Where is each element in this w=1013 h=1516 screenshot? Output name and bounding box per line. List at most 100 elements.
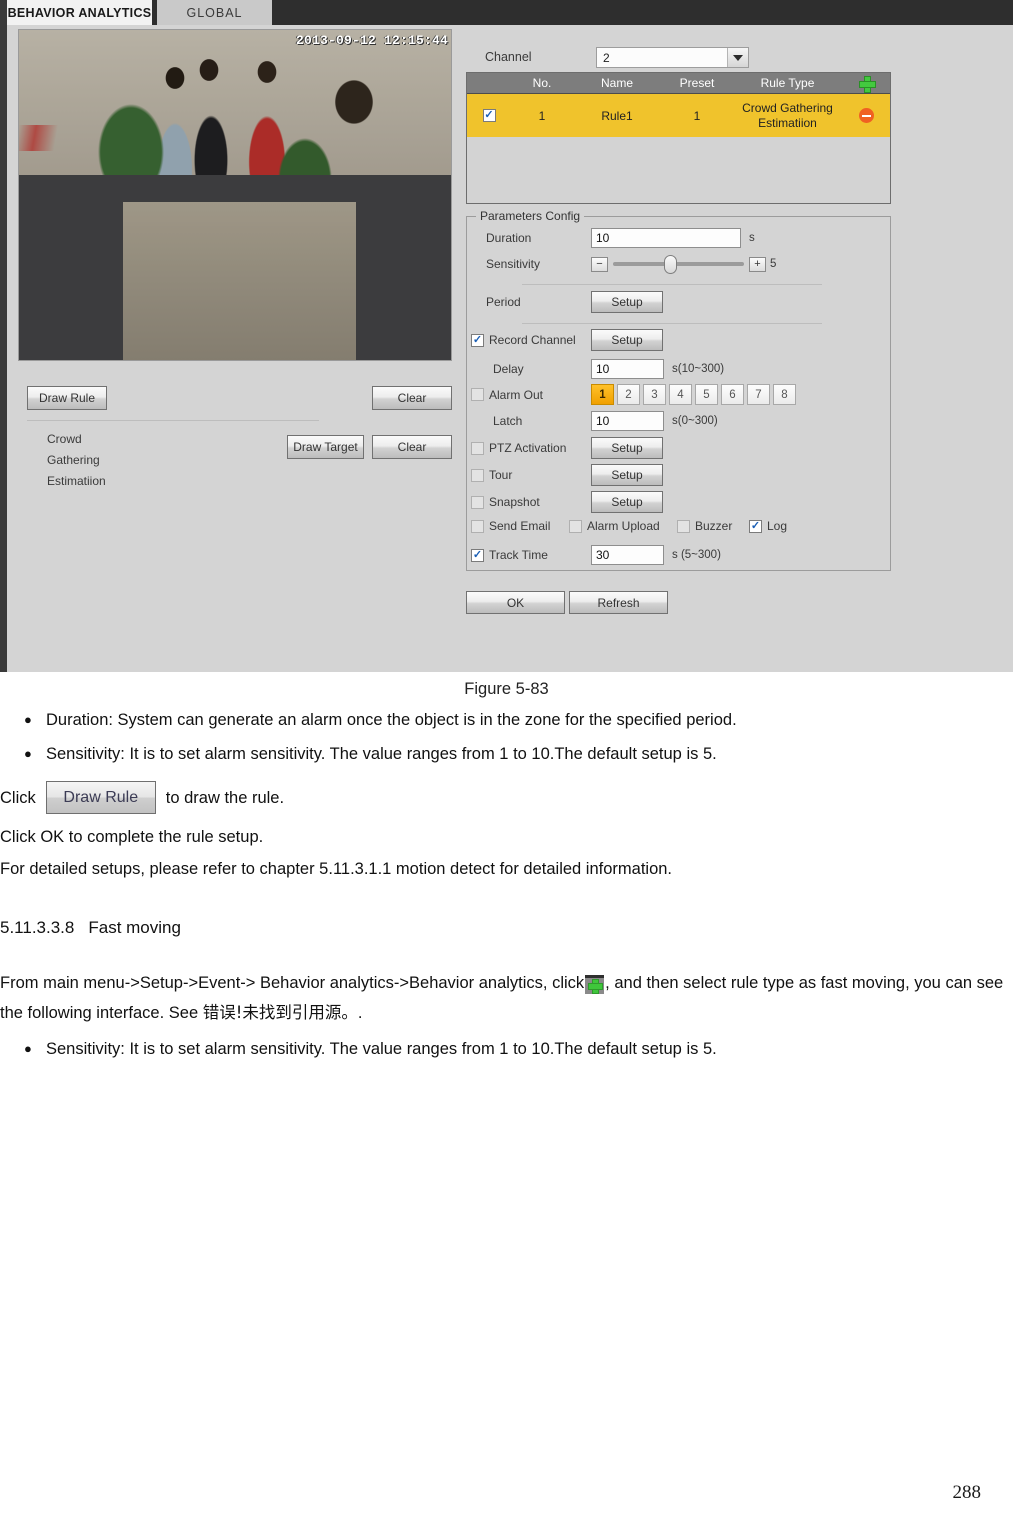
alarm-out-row: Alarm Out 1 2 3 4 5 6 7 8 (471, 384, 799, 405)
inline-draw-rule-button[interactable]: Draw Rule (45, 781, 156, 814)
rule-table: No. Name Preset Rule Type 1 Rule1 1 Crow… (466, 72, 891, 204)
delete-rule-button[interactable] (842, 108, 890, 123)
alarm-out-3[interactable]: 3 (643, 384, 666, 405)
period-setup-button[interactable]: Setup (591, 291, 663, 313)
buzzer-checkbox[interactable]: Buzzer (677, 519, 749, 533)
send-email-checkbox[interactable]: Send Email (471, 519, 569, 533)
alarm-out-checkbox[interactable]: Alarm Out (471, 388, 591, 402)
header-name: Name (600, 76, 633, 90)
tab-behavior-analytics[interactable]: BEHAVIOR ANALYTICS (7, 0, 152, 25)
log-checkbox[interactable]: Log (749, 519, 809, 533)
latch-input[interactable]: 10 (591, 411, 664, 431)
ptz-activation-setup-button[interactable]: Setup (591, 437, 663, 459)
ok-button[interactable]: OK (466, 591, 565, 614)
rule-name-line-1: Crowd (47, 432, 82, 446)
tour-label: Tour (489, 468, 513, 482)
bullet-sensitivity: ● Sensitivity: It is to set alarm sensit… (0, 739, 1013, 769)
draw-target-button[interactable]: Draw Target (287, 435, 364, 459)
alarm-out-6[interactable]: 6 (721, 384, 744, 405)
snapshot-checkbox[interactable]: Snapshot (471, 495, 591, 509)
rule-name-line-2: Gathering (47, 453, 100, 467)
channel-select[interactable]: 2 (596, 47, 749, 68)
checkbox-icon (471, 495, 484, 509)
snapshot-setup-button[interactable]: Setup (591, 491, 663, 513)
bullet-icon: ● (24, 712, 32, 727)
log-label: Log (767, 519, 788, 533)
period-label: Period (486, 295, 521, 309)
section-heading-number: 5.11.3.3.8 (0, 918, 75, 937)
checkbox-icon (471, 548, 484, 562)
record-channel-setup-button[interactable]: Setup (591, 329, 663, 351)
document-body: Figure 5-83 ● Duration: System can gener… (0, 672, 1013, 1068)
alarm-out-7[interactable]: 7 (747, 384, 770, 405)
delay-input[interactable]: 10 (591, 359, 664, 379)
header-no: No. (532, 76, 552, 90)
checkbox-icon (471, 519, 484, 533)
period-row: Period Setup (486, 291, 663, 313)
snapshot-label: Snapshot (489, 495, 540, 509)
chevron-down-icon[interactable] (727, 48, 748, 67)
minus-icon (858, 108, 874, 123)
alarm-out-5[interactable]: 5 (695, 384, 718, 405)
table-row[interactable]: 1 Rule1 1 Crowd Gathering Estimatiion (467, 94, 890, 137)
channel-value: 2 (603, 50, 610, 65)
corridor-floor (122, 201, 356, 360)
alarm-out-1[interactable]: 1 (591, 384, 614, 405)
sensitivity-increase-button[interactable]: + (749, 256, 766, 272)
alarm-out-2[interactable]: 2 (617, 384, 640, 405)
row-preset: 1 (693, 108, 701, 123)
slider-handle[interactable] (664, 255, 677, 274)
ptz-activation-checkbox[interactable]: PTZ Activation (471, 441, 591, 455)
video-timestamp: 2013-09-12 12:15:44 (295, 33, 448, 48)
clear-rule-button[interactable]: Clear (372, 386, 452, 410)
alarm-out-8[interactable]: 8 (773, 384, 796, 405)
clear-target-button[interactable]: Clear (372, 435, 452, 459)
checkbox-icon (569, 519, 582, 533)
tab-bar: BEHAVIOR ANALYTICS GLOBAL (7, 0, 1013, 25)
tour-checkbox[interactable]: Tour (471, 468, 591, 482)
section-heading-title: Fast moving (88, 918, 181, 937)
add-rule-button[interactable] (842, 75, 890, 93)
fast-moving-reference-error: 错误!未找到引用源。 (202, 1003, 358, 1022)
tour-setup-button[interactable]: Setup (591, 464, 663, 486)
row-enable-checkbox[interactable] (467, 109, 511, 122)
video-preview[interactable]: 2013-09-12 12:15:44 (18, 29, 452, 361)
sensitivity-slider[interactable]: − + (591, 254, 766, 274)
record-channel-row: Record Channel Setup (471, 329, 663, 351)
draw-rule-button[interactable]: Draw Rule (27, 386, 107, 410)
bullet-sensitivity-2-text: Sensitivity: It is to set alarm sensitiv… (46, 1040, 717, 1058)
tab-global-label: GLOBAL (186, 5, 243, 20)
track-time-row: Track Time 30 s (5~300) (471, 545, 721, 565)
tab-global[interactable]: GLOBAL (157, 0, 272, 25)
alarm-upload-checkbox[interactable]: Alarm Upload (569, 519, 677, 533)
device-web-ui-screenshot: BEHAVIOR ANALYTICS GLOBAL 2013-09-12 12:… (0, 0, 1013, 672)
track-time-checkbox[interactable]: Track Time (471, 548, 591, 562)
rule-table-header: No. Name Preset Rule Type (467, 73, 890, 94)
separator-2 (522, 323, 822, 324)
left-panel-divider (27, 420, 319, 421)
duration-input[interactable]: 10 (591, 228, 741, 248)
latch-row: Latch 10 s(0~300) (471, 411, 718, 431)
checkbox-icon (677, 519, 690, 533)
checkbox-icon (471, 388, 484, 401)
parameters-config-legend: Parameters Config (476, 209, 585, 223)
header-preset: Preset (679, 76, 715, 90)
tab-behavior-analytics-label: BEHAVIOR ANALYTICS (7, 5, 152, 20)
click-draw-rule-paragraph: Click Draw Rule to draw the rule. (0, 781, 1013, 814)
track-time-input[interactable]: 30 (591, 545, 664, 565)
row-no: 1 (538, 108, 546, 123)
alarm-out-button-group: 1 2 3 4 5 6 7 8 (591, 384, 799, 405)
sensitivity-row: Sensitivity − + 5 (486, 254, 776, 274)
refresh-button[interactable]: Refresh (569, 591, 668, 614)
alarm-out-4[interactable]: 4 (669, 384, 692, 405)
rule-name-line-3: Estimatiion (47, 474, 106, 488)
checkbox-icon (471, 333, 484, 347)
bullet-duration: ● Duration: System can generate an alarm… (0, 705, 1013, 735)
bullet-icon: ● (24, 746, 32, 761)
buzzer-label: Buzzer (695, 519, 733, 533)
header-rule-type: Rule Type (760, 75, 815, 90)
section-heading: 5.11.3.3.8 Fast moving (0, 918, 1013, 938)
delay-label: Delay (493, 362, 524, 376)
record-channel-checkbox[interactable]: Record Channel (471, 333, 591, 347)
sensitivity-decrease-button[interactable]: − (591, 256, 608, 272)
